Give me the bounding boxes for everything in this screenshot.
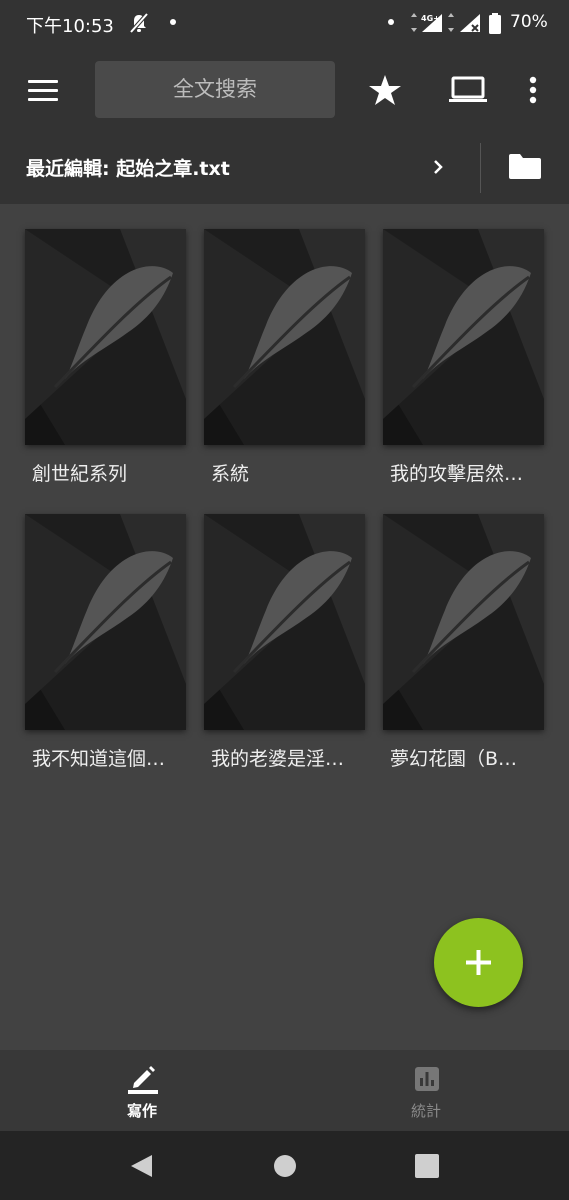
laptop-icon[interactable] xyxy=(448,76,488,108)
book-card[interactable]: 我的攻擊居然… xyxy=(383,229,544,486)
add-book-button[interactable] xyxy=(434,918,523,1007)
nav-label-writing: 寫作 xyxy=(126,1102,157,1120)
battery-icon xyxy=(488,13,502,39)
book-title: 創世紀系列 xyxy=(32,463,128,485)
search-input[interactable]: 全文搜索 xyxy=(95,61,335,118)
recents-icon[interactable] xyxy=(415,1154,439,1182)
book-cover xyxy=(25,514,186,730)
book-card[interactable]: 系統 xyxy=(204,229,365,486)
book-cover xyxy=(383,514,544,730)
book-title: 系統 xyxy=(211,463,250,485)
status-bar: 下午10:53 4G+ 70% xyxy=(0,0,569,46)
book-cover xyxy=(204,229,365,445)
bottom-nav: 寫作 統計 xyxy=(0,1050,569,1131)
signal-icon: 4G+ xyxy=(408,12,484,38)
menu-icon[interactable] xyxy=(28,80,60,102)
book-card[interactable]: 創世紀系列 xyxy=(25,229,186,486)
book-cover xyxy=(204,514,365,730)
pencil-icon xyxy=(128,1066,158,1094)
nav-item-stats[interactable]: 統計 xyxy=(284,1050,568,1131)
app-toolbar: 全文搜索 xyxy=(0,46,569,134)
book-cover xyxy=(25,229,186,445)
chevron-right-icon[interactable] xyxy=(432,156,446,182)
book-card[interactable]: 我的老婆是淫… xyxy=(204,514,365,771)
home-icon[interactable] xyxy=(273,1154,297,1182)
chart-icon xyxy=(415,1067,439,1091)
nav-item-writing[interactable]: 寫作 xyxy=(0,1050,284,1131)
book-cover xyxy=(383,229,544,445)
star-icon[interactable] xyxy=(368,74,402,110)
book-title: 我的攻擊居然… xyxy=(390,463,524,485)
book-card[interactable]: 夢幻花園（B… xyxy=(383,514,544,771)
plus-icon xyxy=(466,950,491,975)
book-card[interactable]: 我不知道這個… xyxy=(25,514,186,771)
book-title: 我的老婆是淫… xyxy=(211,748,345,770)
back-icon[interactable] xyxy=(128,1153,154,1183)
status-time: 下午10:53 xyxy=(26,16,114,37)
battery-percent: 70% xyxy=(510,12,548,32)
recent-edit-label: 最近編輯: 起始之章.txt xyxy=(26,158,230,180)
notification-dot xyxy=(388,19,394,25)
nav-label-stats: 統計 xyxy=(410,1102,441,1120)
folder-icon[interactable] xyxy=(508,152,542,184)
system-nav-bar xyxy=(0,1131,569,1200)
divider xyxy=(480,143,481,193)
more-vert-icon[interactable] xyxy=(527,76,539,108)
recent-edit-bar[interactable]: 最近編輯: 起始之章.txt xyxy=(0,134,569,204)
do-not-disturb-icon xyxy=(128,12,150,38)
book-title: 夢幻花園（B… xyxy=(390,748,518,770)
book-title: 我不知道這個… xyxy=(32,748,166,770)
notification-dot xyxy=(170,19,176,25)
